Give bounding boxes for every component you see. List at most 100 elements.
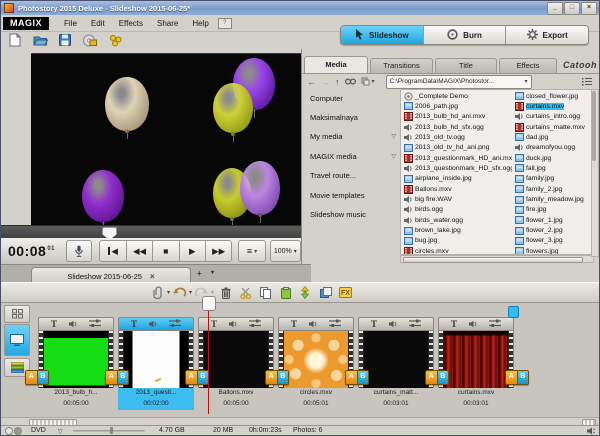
file-item[interactable]: family.jpg	[515, 174, 593, 184]
file-item[interactable]: flower_3.jpg	[515, 236, 593, 246]
sidebar-item-slideshow-music[interactable]: Slideshow music	[310, 208, 396, 220]
clip-header[interactable]: T	[118, 317, 194, 331]
file-item[interactable]: fall.jpg	[515, 163, 593, 173]
close-tab-icon[interactable]: ×	[150, 272, 155, 281]
cut-button[interactable]	[237, 285, 254, 300]
help-panel-icon[interactable]: ?	[217, 17, 232, 29]
sidebar-item-my-media[interactable]: My media ▽	[310, 131, 396, 143]
status-icon[interactable]	[5, 427, 13, 435]
paste-button[interactable]	[277, 285, 294, 300]
file-item[interactable]: airplane_inside.jpg	[404, 174, 512, 184]
tab-transitions[interactable]: Transitions	[370, 58, 433, 73]
forward-button[interactable]: →	[321, 77, 330, 87]
sidebar-item-travel-route-[interactable]: Travel route...	[310, 170, 396, 182]
file-item[interactable]: fire.jpg	[515, 205, 593, 215]
title-icon[interactable]: T	[131, 319, 137, 329]
attach-button[interactable]: ▾	[153, 285, 170, 300]
title-icon[interactable]: T	[211, 319, 217, 329]
sidebar-item-movie-templates[interactable]: Movie templates	[310, 189, 396, 201]
forward-button[interactable]: ▶▶	[205, 240, 233, 262]
title-icon[interactable]: T	[291, 319, 297, 329]
transition-a-button[interactable]: A	[26, 371, 37, 384]
scrollbar-thumb[interactable]	[592, 91, 596, 161]
rewind-button[interactable]: ◀◀	[126, 240, 154, 262]
clip-filmstrip[interactable]	[438, 331, 514, 388]
transition-b-button[interactable]: B	[276, 371, 288, 384]
tab-effects[interactable]: Effects	[499, 58, 557, 73]
file-item[interactable]: bug.jpg	[404, 236, 512, 246]
play-button[interactable]: ▶	[179, 240, 206, 262]
transition-button[interactable]: AB	[25, 370, 49, 385]
file-item[interactable]: 2013_bulb_hd_ani.mxv	[404, 112, 512, 122]
path-dropdown[interactable]: C:\ProgramData\MAGIX\Photostor... ▾	[385, 74, 532, 89]
menu-edit[interactable]: Edit	[84, 17, 112, 30]
transition-button[interactable]: AB	[425, 370, 449, 385]
transition-a-button[interactable]: A	[266, 371, 277, 384]
transition-a-button[interactable]: A	[106, 371, 117, 384]
file-item[interactable]: curtains_matte.mxv	[515, 122, 593, 132]
speaker-icon[interactable]	[587, 427, 596, 435]
overview-mode-button[interactable]	[4, 305, 30, 323]
transition-a-button[interactable]: A	[506, 371, 517, 384]
file-item[interactable]: birds.ogg	[404, 205, 512, 215]
list-view-icon[interactable]	[582, 73, 592, 91]
copy-button[interactable]	[257, 285, 274, 300]
clip-filmstrip[interactable]	[118, 331, 194, 388]
title-icon[interactable]: T	[51, 319, 57, 329]
file-item[interactable]: dreamofyou.ogg	[515, 143, 593, 153]
file-item[interactable]: closed_flower.jpg	[515, 91, 593, 101]
export-mode-button[interactable]: Export	[505, 26, 588, 44]
share-button[interactable]	[107, 33, 123, 47]
record-audio-button[interactable]	[66, 240, 93, 262]
file-item[interactable]: 2013_old_tv_hd_ani.png	[404, 143, 512, 153]
clip-filmstrip[interactable]	[278, 331, 354, 388]
maximize-button[interactable]: □	[564, 2, 580, 15]
transition-a-button[interactable]: A	[186, 371, 197, 384]
clip-header[interactable]: T	[358, 317, 434, 331]
file-item[interactable]: circles.mxv	[404, 246, 512, 254]
scrollbar-thumb[interactable]	[403, 257, 583, 263]
menu-file[interactable]: File	[57, 17, 84, 30]
file-item[interactable]: family_meadow.jpg	[515, 195, 593, 205]
file-item[interactable]: curtains_intro.ogg	[515, 112, 593, 122]
clip-1[interactable]: T 2013_bulb_h... 00:05:00	[38, 317, 114, 410]
clip-filmstrip[interactable]	[198, 331, 274, 388]
transition-b-button[interactable]: B	[516, 371, 528, 384]
seek-bar[interactable]	[1, 225, 301, 240]
file-item[interactable]: flower_2.jpg	[515, 226, 593, 236]
transition-a-button[interactable]: A	[426, 371, 437, 384]
file-item[interactable]: curtains.mxv	[515, 101, 593, 111]
fx-button[interactable]: FX	[337, 285, 354, 300]
transition-b-button[interactable]: B	[116, 371, 128, 384]
transition-button[interactable]: AB	[105, 370, 129, 385]
chevron-down-icon[interactable]: ▽	[58, 428, 63, 435]
transition-b-button[interactable]: B	[436, 371, 448, 384]
file-item[interactable]: 2013_old_tv.ogg	[404, 132, 512, 142]
storyboard-mode-button[interactable]	[4, 324, 30, 356]
slider-thumb[interactable]	[110, 427, 113, 434]
minimize-button[interactable]: _	[547, 2, 563, 15]
clip-3[interactable]: T Ballons.mxv 00:05:00	[198, 317, 274, 410]
new-project-button[interactable]	[7, 33, 23, 47]
file-item[interactable]: family_2.jpg	[515, 184, 593, 194]
transition-button[interactable]: AB	[345, 370, 369, 385]
menu-effects[interactable]: Effects	[112, 17, 150, 30]
undo-button[interactable]: ▾	[173, 285, 192, 300]
clip-filmstrip[interactable]	[358, 331, 434, 388]
sidebar-item-maksimalnaya[interactable]: Maksimalnaya	[310, 111, 396, 123]
file-item[interactable]: dad.jpg	[515, 132, 593, 142]
menu-share[interactable]: Share	[150, 17, 185, 30]
clip-6[interactable]: Tcurtains.mxv 00:03:01	[438, 317, 514, 410]
playhead[interactable]	[208, 303, 209, 414]
file-item[interactable]: 2013_bulb_hd_sfx.ogg	[404, 122, 512, 132]
clip-header[interactable]: T	[38, 317, 114, 331]
file-item[interactable]: 2006_path.jpg	[404, 101, 512, 111]
sidebar-item-magix-media[interactable]: MAGIX media ▽	[310, 150, 396, 162]
title-icon[interactable]: T	[371, 319, 377, 329]
clip-4[interactable]: Tcircles.mxv 00:05:01	[278, 317, 354, 410]
burn-mode-button[interactable]: Burn	[422, 26, 506, 44]
clip-2[interactable]: T 2013_questi... 00:02:00	[118, 317, 194, 410]
file-item[interactable]: 2013_questionmark_HD_sfx.ogg	[404, 163, 512, 173]
sidebar-item-computer[interactable]: Computer	[310, 92, 396, 104]
delete-button[interactable]	[217, 285, 234, 300]
